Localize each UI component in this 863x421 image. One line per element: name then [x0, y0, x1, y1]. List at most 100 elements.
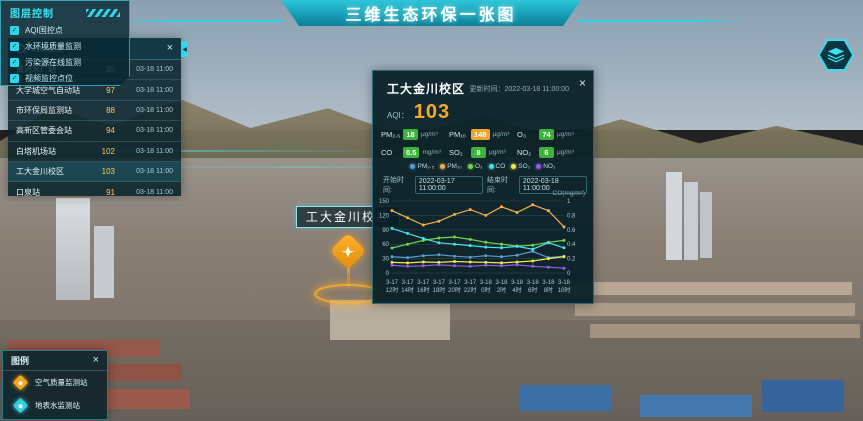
svg-text:0.8: 0.8 — [567, 213, 576, 219]
station-list-row[interactable]: 口泉站9103-18 11:00 — [8, 182, 181, 202]
legend-label: PM₁₀ — [447, 163, 462, 170]
chart-legend-item[interactable]: CO — [489, 163, 506, 170]
factory-roof — [640, 395, 752, 417]
svg-text:3-17: 3-17 — [417, 280, 430, 286]
panel-collapse-tab[interactable]: ◀ — [181, 41, 188, 57]
close-icon[interactable]: × — [579, 76, 586, 90]
header-decor-line-left — [120, 20, 284, 22]
chart-legend-item[interactable]: PM₁₀ — [440, 163, 462, 170]
checkbox-checked-icon[interactable]: ✓ — [10, 42, 19, 51]
pollutant-cell: CO0.5mg/m³ — [381, 143, 449, 161]
station-list-row[interactable]: 高新区管委会站9403-18 11:00 — [8, 121, 181, 141]
building — [700, 192, 712, 258]
svg-text:30: 30 — [382, 257, 389, 263]
map-legend-label: 空气质量监测站 — [35, 377, 88, 388]
pollutant-value-badge: 8 — [471, 147, 486, 158]
chart-legend-item[interactable]: NO₂ — [536, 163, 555, 170]
legend-label: NO₂ — [543, 163, 555, 170]
layer-label: 污染源在线监测 — [25, 57, 81, 68]
station-update-time: 03-18 11:00 — [123, 107, 173, 114]
map-legend-item: 地表水监测站 — [3, 394, 107, 417]
station-list-row[interactable]: 工大金川校区103 03-18 11:00 — [8, 162, 181, 182]
pollutant-unit: μg/m³ — [489, 149, 506, 156]
aqi-label: AQI： — [387, 110, 409, 121]
update-time-text: 更新时间：2022-03-18 11:00:00 — [470, 84, 569, 94]
layer-toggle-item[interactable]: ✓ 污染源在线监测 — [1, 54, 129, 70]
station-detail-popup: 工大金川校区 更新时间：2022-03-18 11:00:00 × AQI： 1… — [372, 70, 594, 304]
pollutant-unit: μg/m³ — [557, 131, 574, 138]
layer-label: AQI国控点 — [25, 25, 63, 36]
factory-roof — [520, 385, 612, 411]
pollutant-name: CO — [381, 148, 403, 157]
station-aqi-value: 94 — [93, 126, 115, 135]
station-list-row[interactable]: 白塔机场站10203-18 11:00 — [8, 142, 181, 162]
map-3d-scene[interactable]: 三维生态环保一张图 站点搜索 × 黄河水厂站8503-18 11:00大学城空气… — [0, 0, 863, 421]
layer-panel-title: 图层控制 — [10, 5, 86, 20]
svg-text:3-18: 3-18 — [527, 280, 540, 286]
station-list-row[interactable]: 市环保局监测站8803-18 11:00 — [8, 101, 181, 121]
checkbox-checked-icon[interactable]: ✓ — [10, 74, 19, 83]
checkbox-checked-icon[interactable]: ✓ — [10, 26, 19, 35]
svg-text:3-17: 3-17 — [433, 280, 446, 286]
map-legend-panel: 图例 × 空气质量监测站地表水监测站 — [2, 350, 108, 420]
factory-roof — [762, 380, 844, 412]
building — [666, 172, 682, 260]
station-update-time: 03-18 11:00 — [123, 168, 173, 175]
pollutant-cell: SO₂8μg/m³ — [449, 143, 517, 161]
pollutant-value-badge: 148 — [471, 129, 490, 140]
svg-text:120: 120 — [379, 213, 390, 219]
right-axis-unit-label: CO(mg/m³) — [553, 190, 586, 197]
chart-legend-item[interactable]: O₃ — [468, 163, 483, 170]
building — [56, 198, 90, 300]
legend-dot-icon — [511, 164, 516, 169]
station-update-time: 03-18 11:00 — [123, 127, 173, 134]
pollutant-value-badge: 18 — [403, 129, 418, 140]
air-station-pin-icon[interactable] — [330, 233, 367, 270]
svg-text:12时: 12时 — [386, 286, 399, 294]
layer-toggle-item[interactable]: ✓ AQI国控点 — [1, 22, 129, 38]
svg-text:3-17: 3-17 — [386, 280, 399, 286]
start-time-input[interactable]: 2022-03-17 11:00:00 — [415, 176, 483, 194]
pollutant-name: O₃ — [517, 130, 539, 139]
station-aqi-value: 91 — [93, 188, 115, 197]
hatch-decor — [86, 9, 120, 17]
map-legend-item: 空气质量监测站 — [3, 371, 107, 394]
svg-text:60: 60 — [382, 242, 389, 248]
pollutant-unit: μg/m³ — [493, 131, 510, 138]
svg-text:16时: 16时 — [417, 286, 430, 294]
svg-text:3-18: 3-18 — [511, 280, 524, 286]
station-name: 口泉站 — [16, 187, 93, 198]
station-aqi-value: 102 — [93, 147, 115, 156]
svg-text:0时: 0时 — [481, 286, 490, 294]
station-aqi-value: 103 — [93, 167, 115, 176]
chart-legend-item[interactable]: SO₂ — [511, 163, 530, 170]
checkbox-checked-icon[interactable]: ✓ — [10, 58, 19, 67]
chart-legend-item[interactable]: PM₂.₅ — [410, 163, 434, 170]
pollutant-name: PM₂.₅ — [381, 130, 403, 139]
close-icon[interactable]: × — [167, 43, 173, 54]
svg-text:3-17: 3-17 — [448, 280, 461, 286]
pollutant-cell: PM₂.₅18μg/m³ — [381, 125, 449, 143]
detail-title: 工大金川校区 — [387, 80, 465, 97]
svg-text:150: 150 — [379, 199, 390, 205]
legend-label: CO — [496, 163, 506, 170]
building — [684, 182, 698, 260]
close-icon[interactable]: × — [93, 355, 99, 366]
legend-dot-icon — [440, 164, 445, 169]
pollutant-unit: mg/m³ — [422, 149, 440, 156]
layer-toggle-item[interactable]: ✓视频监控点位 — [1, 70, 129, 86]
station-update-time: 03-18 11:00 — [123, 87, 173, 94]
legend-dot-icon — [410, 164, 415, 169]
pollutant-value-badge: 74 — [539, 129, 554, 140]
station-diamond-icon — [13, 398, 29, 414]
svg-text:90: 90 — [382, 228, 389, 234]
pollutant-value-badge: 6 — [539, 147, 554, 158]
station-aqi-value: 97 — [93, 86, 115, 95]
layer-control-panel: 图层控制 ✓AQI国控点✓水环境质量监测✓污染源在线监测✓视频监控点位✓行政区划 — [0, 0, 130, 86]
pollutant-grid: PM₂.₅18μg/m³PM₁₀148μg/m³O₃74μg/m³CO0.5mg… — [381, 125, 585, 161]
pollutant-trend-chart: 030609012015000.20.40.60.813-1712时3-1714… — [376, 197, 590, 301]
building-block — [330, 300, 450, 340]
layer-toggle-item[interactable]: ✓水环境质量监测 — [1, 38, 129, 54]
pollutant-value-badge: 0.5 — [403, 147, 419, 158]
station-name: 工大金川校区 — [16, 166, 93, 177]
